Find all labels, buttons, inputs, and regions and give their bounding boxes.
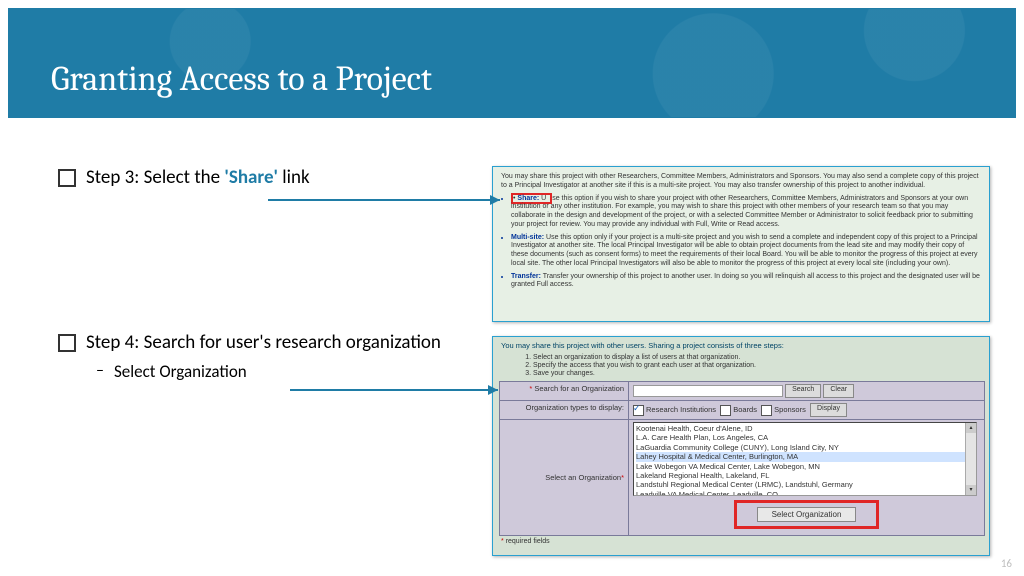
type-sponsors-label: Sponsors <box>774 405 806 414</box>
org-option[interactable]: Lake Wobegon VA Medical Center, Lake Wob… <box>636 462 974 471</box>
share-frag: U <box>541 195 546 202</box>
search-label: Search for an Organization <box>534 384 624 393</box>
required-note: * required fields <box>493 536 989 547</box>
transfer-body: Transfer your ownership of this project … <box>511 273 980 289</box>
panel2-steps-list: Select an organization to display a list… <box>533 354 989 377</box>
search-controls-cell: Search Clear <box>629 382 985 401</box>
clear-button[interactable]: Clear <box>823 384 854 398</box>
share-body: se this option if you wish to share your… <box>511 195 973 228</box>
step3-prefix: Step 3: Select the <box>86 166 224 189</box>
select-org-label: Select an Organization <box>545 473 621 482</box>
org-option[interactable]: Landstuhl Regional Medical Center (LRMC)… <box>636 480 974 489</box>
panel1-intro: You may share this project with other Re… <box>501 173 981 191</box>
org-search-table: * Search for an Organization Search Clea… <box>499 381 985 536</box>
org-search-input[interactable] <box>633 385 783 397</box>
select-organization-button[interactable]: Select Organization <box>757 507 857 522</box>
transfer-bullet: Transfer: Transfer your ownership of thi… <box>511 273 981 291</box>
select-org-button-wrap: Select Organization <box>633 496 980 533</box>
page-title: Granting Access to a Project <box>51 59 432 99</box>
step4-text: Step 4: Search for user's research organ… <box>86 331 441 356</box>
multisite-body: Use this option only if your project is … <box>511 234 978 267</box>
type-research-label: Research Institutions <box>646 405 716 414</box>
type-boards-label: Boards <box>733 405 757 414</box>
select-org-label-cell: Select an Organization* <box>500 420 629 536</box>
search-label-cell: * Search for an Organization <box>500 382 629 401</box>
page-number: 16 <box>1001 557 1012 570</box>
listbox-scrollbar[interactable]: ▴ ▾ <box>965 423 976 495</box>
display-button[interactable]: Display <box>810 403 847 417</box>
step3-suffix: link <box>278 166 310 189</box>
panel2-step1: Select an organization to display a list… <box>533 354 989 361</box>
panel2-step3: Save your changes. <box>533 370 989 377</box>
org-option[interactable]: Leadville VA Medical Center, Leadville, … <box>636 490 974 496</box>
title-banner: Granting Access to a Project <box>8 8 1016 118</box>
bullet-checkbox-icon <box>58 169 76 187</box>
org-option[interactable]: LaGuardia Community College (CUNY), Long… <box>636 443 974 452</box>
required-asterisk: * <box>501 538 504 545</box>
share-bullet: • Share: Use this option if you wish to … <box>511 195 981 230</box>
step3-text: Step 3: Select the 'Share' link <box>86 166 310 191</box>
org-option-selected[interactable]: Lahey Hospital & Medical Center, Burling… <box>636 452 974 461</box>
share-link-highlight[interactable]: • Share: U <box>511 193 552 204</box>
org-option[interactable]: Kootenai Health, Coeur d'Alene, ID <box>636 424 974 433</box>
left-column: Step 3: Select the 'Share' link Step 4: … <box>58 166 478 382</box>
required-text: required fields <box>506 538 550 545</box>
panel2-step2: Specify the access that you wish to gran… <box>533 362 989 369</box>
select-org-highlight: Select Organization <box>734 500 880 529</box>
org-option[interactable]: Lakeland Regional Health, Lakeland, FL <box>636 471 974 480</box>
types-controls-cell: Research Institutions Boards Sponsors Di… <box>629 401 985 420</box>
sponsors-checkbox[interactable] <box>761 405 772 416</box>
org-listbox[interactable]: Kootenai Health, Coeur d'Alene, ID L.A. … <box>633 422 977 496</box>
bullet-checkbox-icon <box>58 334 76 352</box>
step3-bullet: Step 3: Select the 'Share' link <box>58 166 478 191</box>
search-button[interactable]: Search <box>785 384 821 398</box>
required-asterisk: * <box>621 473 624 482</box>
types-label-cell: Organization types to display: <box>500 401 629 420</box>
step4-bullet: Step 4: Search for user's research organ… <box>58 331 478 356</box>
boards-checkbox[interactable] <box>720 405 731 416</box>
scroll-down-arrow-icon[interactable]: ▾ <box>966 485 976 495</box>
share-label: Share: <box>517 195 539 202</box>
step3-share-word: 'Share' <box>224 166 278 189</box>
multisite-bullet: Multi-site: Use this option only if your… <box>511 234 981 269</box>
scroll-up-arrow-icon[interactable]: ▴ <box>966 423 976 433</box>
panel2-header: You may share this project with other us… <box>493 337 989 352</box>
share-info-panel: You may share this project with other Re… <box>492 166 990 322</box>
required-asterisk: * <box>529 384 532 393</box>
org-option[interactable]: L.A. Care Health Plan, Los Angeles, CA <box>636 433 974 442</box>
step4-block: Step 4: Search for user's research organ… <box>58 331 478 383</box>
multisite-label: Multi-site: <box>511 234 544 241</box>
share-search-panel: You may share this project with other us… <box>492 336 990 556</box>
step4-sub-text: Select Organization <box>114 361 247 382</box>
select-org-cell: Kootenai Health, Coeur d'Alene, ID L.A. … <box>629 420 985 536</box>
dash-icon: – <box>96 361 104 380</box>
transfer-label: Transfer: <box>511 273 541 280</box>
step4-sub-bullet: – Select Organization <box>96 361 478 382</box>
research-checkbox[interactable] <box>633 405 644 416</box>
